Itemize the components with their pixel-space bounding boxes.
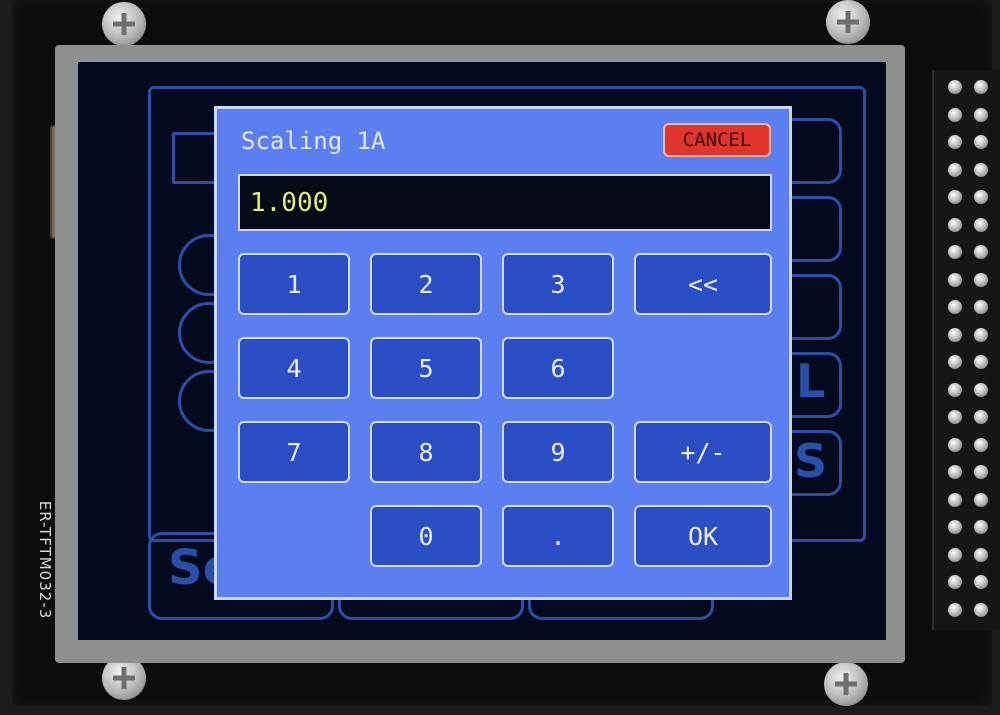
header-pin xyxy=(974,382,988,397)
header-pin xyxy=(948,245,962,259)
screw-icon xyxy=(826,0,870,44)
header-pin xyxy=(948,355,962,369)
header-pin xyxy=(948,135,962,149)
pin-header xyxy=(932,70,1000,630)
header-pin xyxy=(948,217,962,232)
background-letter: L xyxy=(796,354,826,408)
header-pin xyxy=(948,437,962,452)
header-pin xyxy=(974,80,988,94)
header-pin xyxy=(974,245,988,259)
header-pin xyxy=(948,107,962,122)
header-pin xyxy=(974,300,988,314)
key-8[interactable]: 8 xyxy=(370,421,482,483)
key-9[interactable]: 9 xyxy=(502,421,614,483)
header-pin xyxy=(948,602,962,617)
header-pin xyxy=(948,272,962,287)
header-pin xyxy=(974,437,988,452)
ok-button[interactable]: OK xyxy=(634,505,772,567)
key-7[interactable]: 7 xyxy=(238,421,350,483)
value-display: 1.000 xyxy=(238,174,772,231)
key-2[interactable]: 2 xyxy=(370,253,482,315)
key-4[interactable]: 4 xyxy=(238,337,350,399)
sign-toggle-button[interactable]: +/- xyxy=(634,421,772,483)
screw-icon xyxy=(102,2,146,46)
key-0[interactable]: 0 xyxy=(370,505,482,567)
header-pin xyxy=(948,575,962,589)
header-pin xyxy=(974,465,988,479)
header-pin xyxy=(948,492,962,507)
header-pin xyxy=(948,300,962,314)
header-pin xyxy=(974,355,988,369)
background-letter: S xyxy=(794,434,828,488)
pcb-label-text: ER-TFTM032-3 xyxy=(36,500,54,620)
key-3[interactable]: 3 xyxy=(502,253,614,315)
header-pin xyxy=(948,162,962,177)
header-pin xyxy=(948,190,962,204)
decimal-point-button[interactable]: . xyxy=(502,505,614,567)
header-pin xyxy=(948,465,962,479)
header-pin xyxy=(974,410,988,424)
header-pin xyxy=(948,410,962,424)
header-pin xyxy=(974,135,988,149)
header-pin xyxy=(974,547,988,562)
screw-icon xyxy=(824,662,868,706)
header-pin xyxy=(974,190,988,204)
header-pin xyxy=(974,520,988,534)
keypad-dialog: Scaling 1A CANCEL 1.000 1 2 3 << 4 5 6 7… xyxy=(214,106,792,600)
cancel-button[interactable]: CANCEL xyxy=(663,123,771,157)
header-pin xyxy=(948,327,962,342)
header-pin xyxy=(974,327,988,342)
header-pin xyxy=(974,575,988,589)
key-6[interactable]: 6 xyxy=(502,337,614,399)
header-pin xyxy=(948,547,962,562)
header-pin xyxy=(974,217,988,232)
header-pin xyxy=(974,162,988,177)
key-1[interactable]: 1 xyxy=(238,253,350,315)
dialog-title: Scaling 1A xyxy=(241,127,386,155)
header-pin xyxy=(974,272,988,287)
header-pin xyxy=(974,492,988,507)
header-pin xyxy=(948,80,962,94)
key-5[interactable]: 5 xyxy=(370,337,482,399)
header-pin xyxy=(974,107,988,122)
header-pin xyxy=(948,520,962,534)
header-pin xyxy=(948,382,962,397)
backspace-button[interactable]: << xyxy=(634,253,772,315)
header-pin xyxy=(974,602,988,617)
